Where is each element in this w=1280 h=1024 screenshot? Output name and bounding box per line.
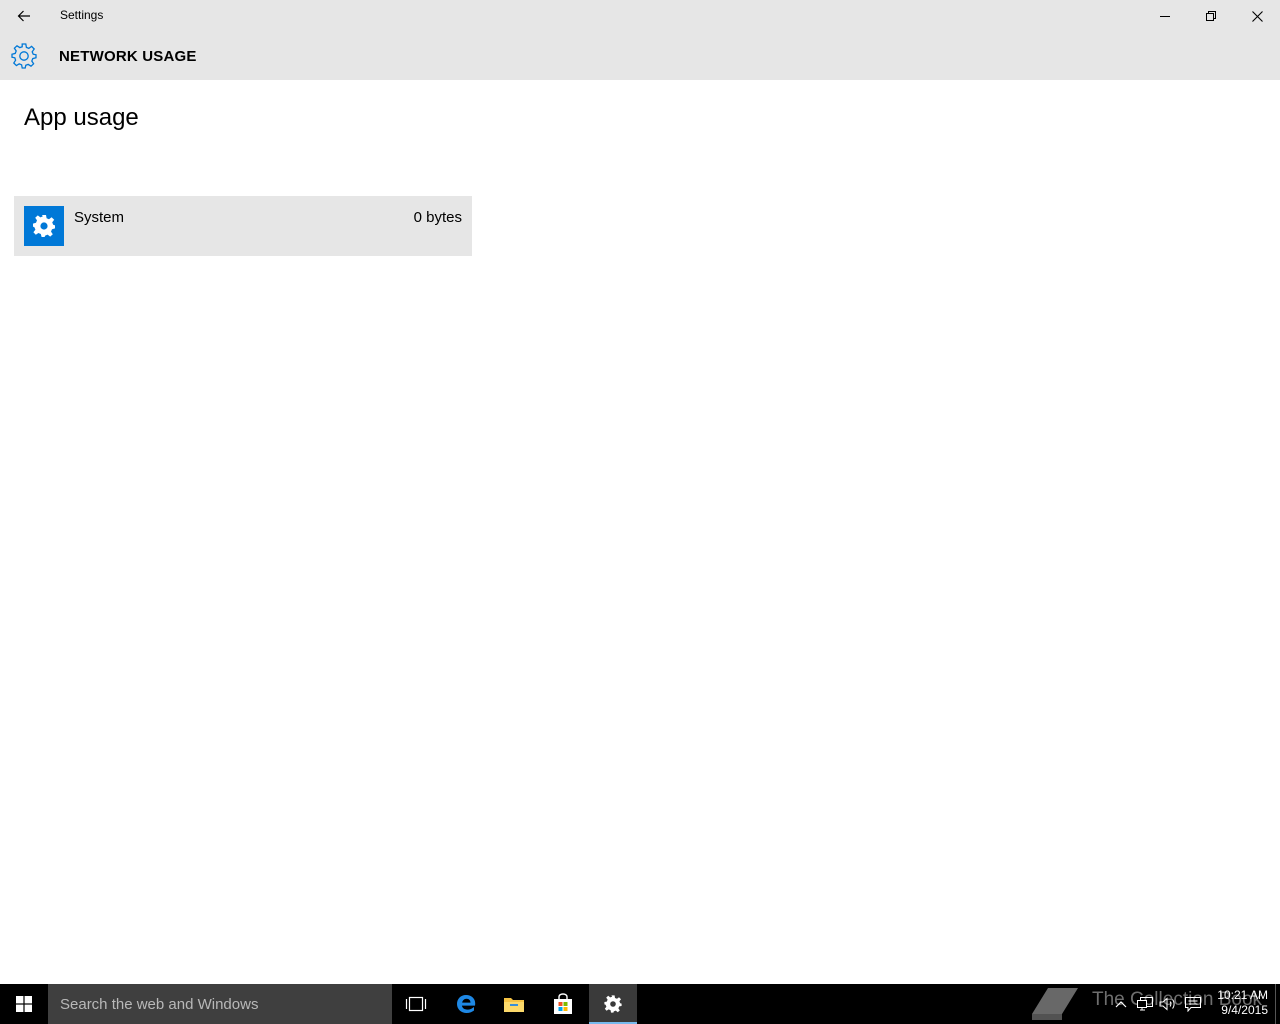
- network-tray-button[interactable]: [1134, 992, 1156, 1016]
- page-header: NETWORK USAGE: [0, 32, 1280, 80]
- clock-time: 10:21 AM: [1217, 988, 1268, 1002]
- action-center-button[interactable]: [1182, 992, 1204, 1016]
- volume-tray-button[interactable]: [1157, 992, 1179, 1016]
- show-hidden-icons-button[interactable]: [1110, 992, 1132, 1016]
- app-data-usage: 0 bytes: [413, 209, 462, 226]
- windows-logo-icon: [16, 996, 32, 1012]
- taskbar-clock[interactable]: 10:21 AM 9/4/2015: [1206, 988, 1268, 1018]
- section-heading: App usage: [24, 104, 139, 131]
- minimize-button[interactable]: [1142, 0, 1188, 32]
- folder-icon: [504, 998, 524, 1012]
- settings-taskbar-button[interactable]: [589, 984, 637, 1024]
- edge-icon: [457, 995, 476, 1013]
- store-button[interactable]: [539, 984, 587, 1024]
- file-explorer-button[interactable]: [490, 984, 538, 1024]
- app-name: System: [74, 209, 125, 226]
- gear-icon: [604, 995, 622, 1013]
- chevron-up-icon: [1115, 1001, 1127, 1008]
- show-desktop-button[interactable]: [1275, 984, 1280, 1024]
- app-tile: [24, 206, 64, 246]
- app-usage-row[interactable]: System 0 bytes: [14, 196, 472, 256]
- close-button[interactable]: [1234, 0, 1280, 32]
- restore-button[interactable]: [1188, 0, 1234, 32]
- minimize-icon: [1160, 16, 1170, 17]
- search-input[interactable]: [48, 984, 392, 1024]
- start-button[interactable]: [0, 984, 48, 1024]
- clock-date: 9/4/2015: [1221, 1003, 1268, 1017]
- gear-icon: [11, 43, 37, 69]
- store-icon: [554, 993, 572, 1014]
- page-title: NETWORK USAGE: [59, 48, 197, 65]
- network-icon: [1137, 997, 1153, 1011]
- back-arrow-icon: [17, 10, 30, 22]
- back-button[interactable]: [0, 0, 48, 32]
- task-view-button[interactable]: [392, 984, 440, 1024]
- taskbar: The Collection Book 10:21 AM 9/4/2015: [0, 984, 1280, 1024]
- task-view-icon: [405, 996, 427, 1012]
- book-icon: [1032, 988, 1078, 1020]
- title-bar: Settings: [0, 0, 1280, 32]
- close-icon: [1251, 10, 1263, 22]
- search-box[interactable]: [48, 984, 392, 1024]
- window-title: Settings: [60, 8, 104, 22]
- gear-icon: [33, 215, 55, 237]
- edge-taskbar-button[interactable]: [442, 984, 490, 1024]
- restore-icon: [1206, 11, 1216, 21]
- volume-icon: [1159, 997, 1175, 1011]
- action-center-icon: [1185, 996, 1201, 1012]
